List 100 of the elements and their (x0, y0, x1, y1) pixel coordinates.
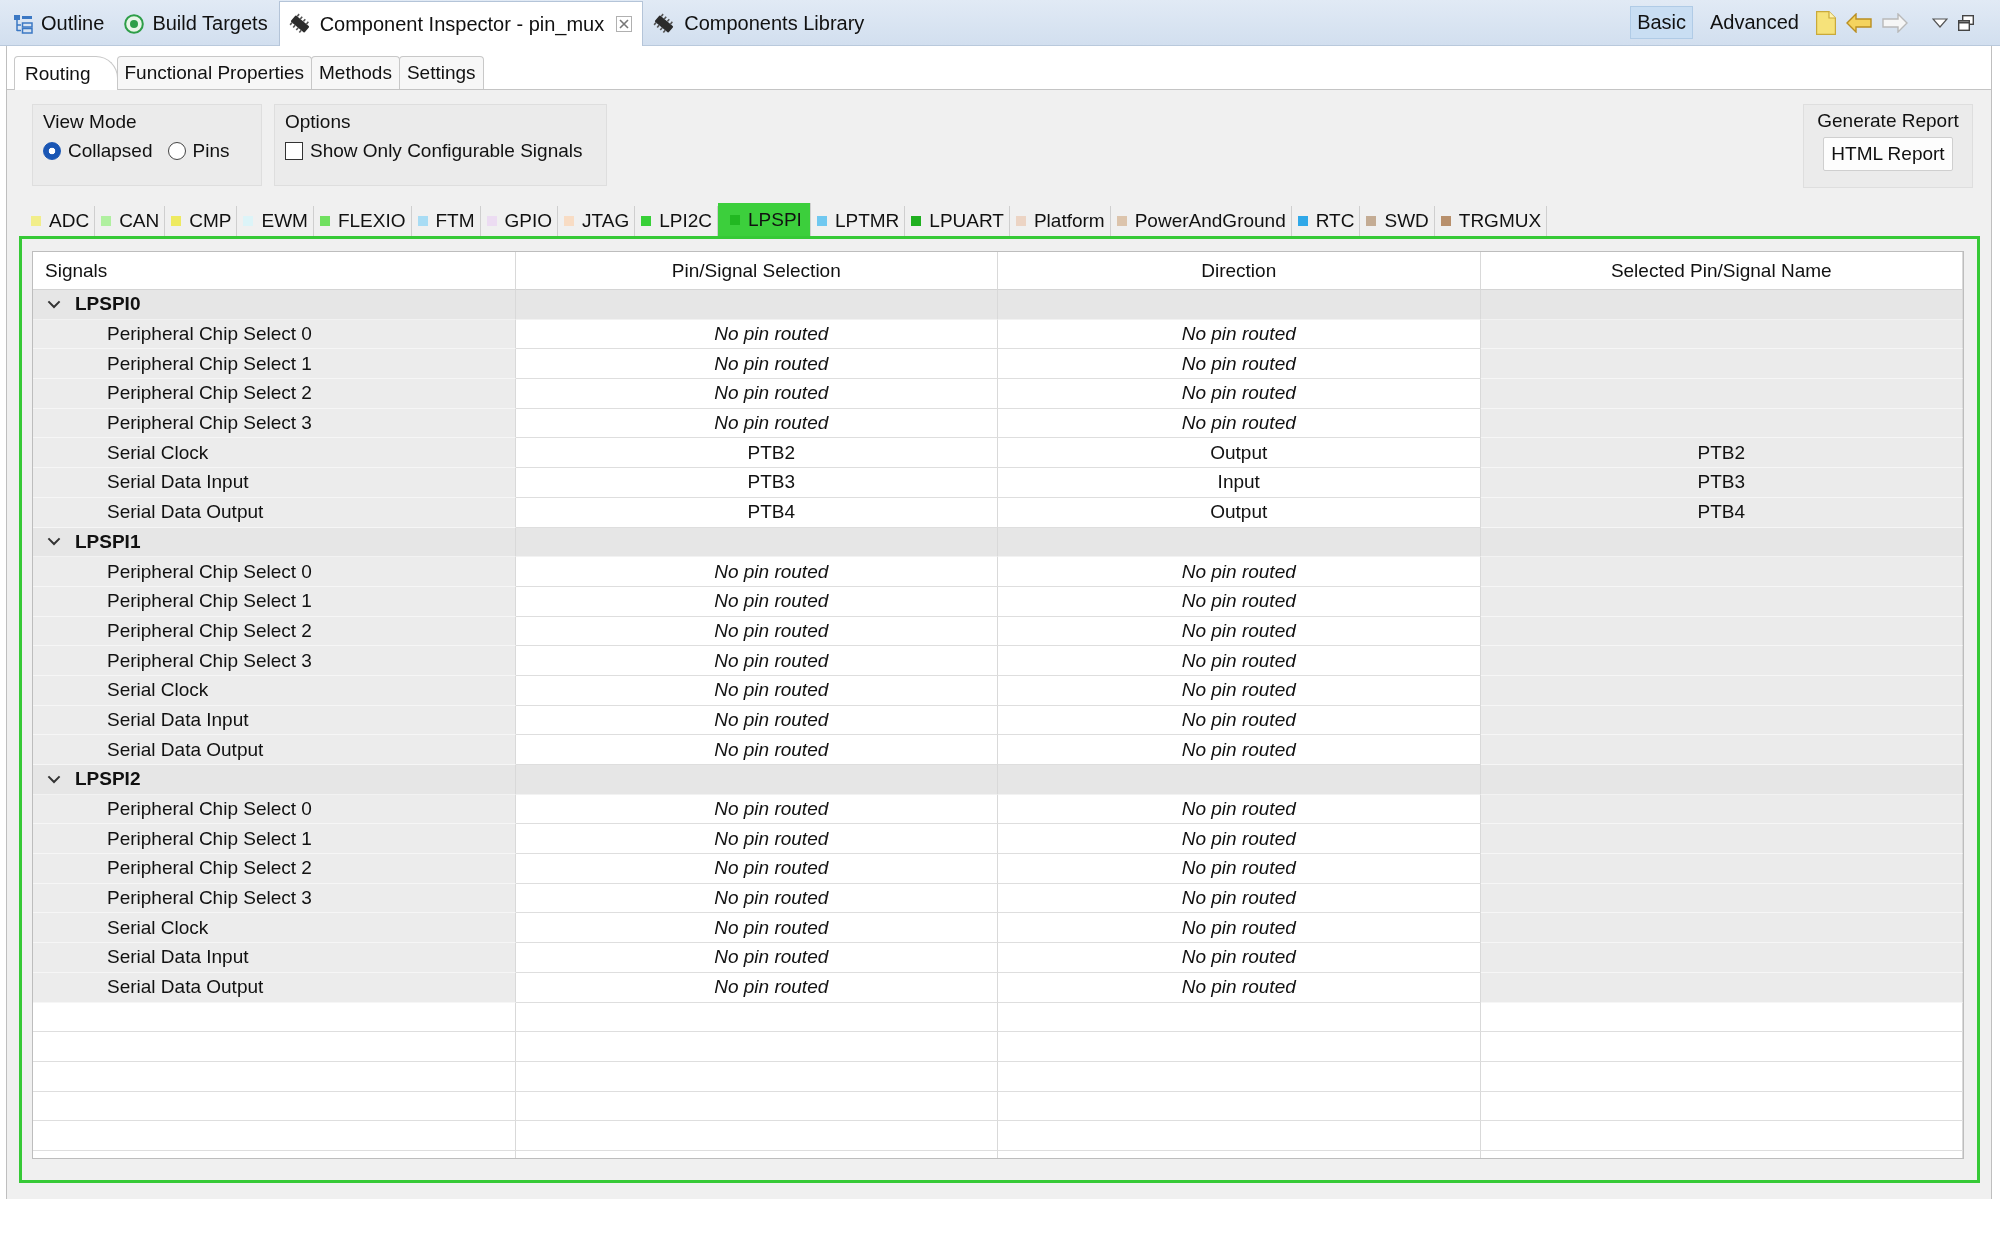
view-tab[interactable]: Outline (4, 1, 116, 45)
table-cell[interactable]: Output (998, 497, 1481, 528)
tree-node-label[interactable]: LPSPI1 (75, 530, 141, 553)
peripheral-tab[interactable]: EWM (237, 206, 314, 236)
html-report-button[interactable]: HTML Report (1823, 137, 1953, 171)
column-header[interactable]: Signals (33, 252, 516, 290)
table-cell[interactable]: Serial Data Output (33, 735, 516, 765)
table-cell[interactable]: No pin routed (515, 408, 998, 439)
table-cell[interactable]: No pin routed (515, 557, 998, 587)
table-cell[interactable]: Serial Data Output (33, 497, 516, 528)
chevron-down-icon[interactable] (47, 299, 61, 309)
editor-tab[interactable]: Methods (311, 56, 400, 89)
restore-icon[interactable] (1958, 14, 1974, 31)
table-cell[interactable]: No pin routed (998, 883, 1481, 914)
table-cell[interactable]: Peripheral Chip Select 2 (33, 379, 516, 409)
table-cell[interactable]: Serial Clock (33, 913, 516, 944)
table-cell[interactable]: No pin routed (998, 824, 1481, 855)
table-cell[interactable]: No pin routed (998, 913, 1481, 944)
table-cell[interactable]: No pin routed (515, 824, 998, 855)
table-cell[interactable]: No pin routed (998, 854, 1481, 884)
radio-label[interactable]: Pins (192, 140, 230, 162)
table-cell[interactable]: No pin routed (515, 883, 998, 914)
column-header[interactable]: Direction (998, 252, 1481, 290)
table-cell[interactable]: No pin routed (998, 972, 1481, 1003)
table-cell[interactable]: Serial Clock (33, 675, 516, 706)
table-cell[interactable]: No pin routed (515, 913, 998, 944)
peripheral-tab[interactable]: GPIO (480, 206, 559, 236)
radio-button[interactable] (167, 142, 186, 160)
table-cell[interactable]: No pin routed (998, 557, 1481, 587)
peripheral-tab[interactable]: LPSPI (718, 203, 811, 236)
table-cell[interactable]: No pin routed (515, 646, 998, 676)
table-cell[interactable]: Output (998, 438, 1481, 469)
table-cell[interactable]: No pin routed (998, 675, 1481, 706)
peripheral-tab[interactable]: CAN (95, 206, 166, 236)
table-cell[interactable]: No pin routed (515, 943, 998, 973)
peripheral-tab[interactable]: Platform (1009, 206, 1111, 236)
table-cell[interactable]: No pin routed (998, 379, 1481, 409)
table-cell[interactable]: Peripheral Chip Select 2 (33, 616, 516, 647)
table-cell[interactable]: Peripheral Chip Select 3 (33, 408, 516, 439)
peripheral-tab[interactable]: JTAG (558, 206, 636, 236)
chevron-down-icon[interactable] (47, 537, 61, 547)
table-cell[interactable]: Serial Data Input (33, 468, 516, 498)
table-cell[interactable]: No pin routed (515, 735, 998, 765)
peripheral-tab[interactable]: SWD (1360, 206, 1435, 236)
table-cell[interactable]: Peripheral Chip Select 3 (33, 646, 516, 676)
table-cell[interactable]: Serial Data Input (33, 705, 516, 736)
peripheral-tab[interactable]: LPUART (905, 206, 1010, 236)
table-cell[interactable]: Peripheral Chip Select 1 (33, 586, 516, 617)
peripheral-tab[interactable]: CMP (165, 206, 238, 236)
peripheral-tab[interactable]: PowerAndGround (1110, 206, 1292, 236)
tree-node-label[interactable]: LPSPI0 (75, 293, 141, 316)
table-cell[interactable]: Serial Data Input (33, 943, 516, 973)
table-cell[interactable]: PTB2 (515, 438, 998, 469)
editor-tab[interactable]: Routing (14, 56, 118, 90)
table-cell[interactable]: No pin routed (998, 735, 1481, 765)
table-cell[interactable]: Peripheral Chip Select 1 (33, 349, 516, 380)
table-cell[interactable]: No pin routed (998, 349, 1481, 380)
table-cell[interactable]: Peripheral Chip Select 0 (33, 794, 516, 825)
table-cell[interactable]: No pin routed (515, 675, 998, 706)
table-cell[interactable]: No pin routed (515, 349, 998, 380)
table-cell[interactable]: PTB4 (515, 497, 998, 528)
table-cell[interactable]: No pin routed (515, 319, 998, 350)
table-cell[interactable]: No pin routed (998, 586, 1481, 617)
table-cell[interactable]: No pin routed (515, 586, 998, 617)
table-cell[interactable]: No pin routed (515, 854, 998, 884)
view-tab[interactable]: Components Library (643, 1, 876, 45)
peripheral-tab[interactable]: FTM (411, 206, 481, 236)
table-cell[interactable]: No pin routed (515, 972, 998, 1003)
table-cell[interactable]: Input (998, 468, 1481, 498)
table-cell[interactable]: No pin routed (515, 794, 998, 825)
table-cell[interactable]: Peripheral Chip Select 0 (33, 319, 516, 350)
column-header[interactable]: Selected Pin/Signal Name (1480, 252, 1963, 290)
table-cell[interactable]: No pin routed (515, 616, 998, 647)
view-tab[interactable]: Build Targets (115, 1, 279, 45)
tree-node-label[interactable]: LPSPI2 (75, 768, 141, 791)
table-cell[interactable]: No pin routed (998, 319, 1481, 350)
table-cell[interactable]: No pin routed (998, 408, 1481, 439)
peripheral-tab[interactable]: ADC (25, 206, 96, 236)
radio-label[interactable]: Collapsed (68, 140, 153, 162)
mode-toggle[interactable]: Basic (1630, 6, 1694, 39)
peripheral-tab[interactable]: TRGMUX (1434, 206, 1548, 236)
peripheral-tab[interactable]: FLEXIO (313, 206, 412, 236)
checkbox-label[interactable]: Show Only Configurable Signals (310, 140, 583, 162)
radio-button[interactable] (43, 142, 61, 160)
peripheral-tab[interactable]: LPTMR (810, 206, 906, 236)
table-cell[interactable]: Peripheral Chip Select 3 (33, 883, 516, 914)
table-cell[interactable]: No pin routed (998, 794, 1481, 825)
column-header[interactable]: Pin/Signal Selection (515, 252, 998, 290)
table-cell[interactable]: Peripheral Chip Select 2 (33, 854, 516, 884)
chevron-down-icon[interactable] (47, 774, 61, 784)
table-cell[interactable]: No pin routed (998, 705, 1481, 736)
close-icon[interactable] (616, 16, 633, 32)
table-cell[interactable]: Peripheral Chip Select 0 (33, 557, 516, 587)
table-cell[interactable]: No pin routed (998, 943, 1481, 973)
editor-tab[interactable]: Functional Properties (116, 56, 313, 89)
table-cell[interactable]: No pin routed (998, 646, 1481, 676)
table-cell[interactable]: Peripheral Chip Select 1 (33, 824, 516, 855)
dropdown-triangle-icon[interactable] (1932, 17, 1948, 28)
table-cell[interactable]: PTB3 (515, 468, 998, 498)
table-cell[interactable]: No pin routed (515, 705, 998, 736)
